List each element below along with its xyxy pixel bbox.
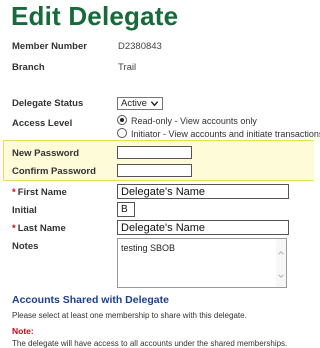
initial-label: Initial <box>12 205 37 216</box>
accounts-shared-instruction: Please select at least one membership to… <box>12 311 247 320</box>
chevron-up-icon[interactable] <box>277 249 285 257</box>
chevron-down-icon <box>150 101 159 107</box>
first-name-label: * First Name <box>12 187 67 198</box>
confirm-password-field[interactable] <box>117 164 192 177</box>
access-level-label: Access Level <box>12 118 73 129</box>
radio-button[interactable] <box>117 128 127 138</box>
branch-label: Branch <box>12 62 45 73</box>
delegate-status-value: Active <box>121 98 147 109</box>
last-name-label-text: Last Name <box>17 223 66 234</box>
accounts-shared-heading: Accounts Shared with Delegate <box>12 294 169 306</box>
page-title: Edit Delegate <box>11 1 179 31</box>
radio-button-selected[interactable] <box>117 115 127 125</box>
first-name-field[interactable] <box>117 184 289 199</box>
last-name-field[interactable] <box>117 220 289 235</box>
new-password-field[interactable] <box>117 146 192 159</box>
required-marker: * <box>12 187 16 198</box>
notes-value: testing SBOB <box>121 243 176 253</box>
note-label: Note: <box>12 326 34 336</box>
member-number-label: Member Number <box>12 41 87 52</box>
notes-scrollbar[interactable] <box>276 239 286 287</box>
last-name-label: * Last Name <box>12 223 66 234</box>
first-name-label-text: First Name <box>17 187 67 198</box>
branch-value: Trail <box>118 62 137 73</box>
chevron-down-icon[interactable] <box>277 272 285 280</box>
access-option-readonly[interactable]: Read-only - View accounts only <box>117 115 257 126</box>
notes-textarea[interactable]: testing SBOB <box>117 238 287 288</box>
confirm-password-label: Confirm Password <box>12 166 96 177</box>
initial-field[interactable] <box>117 202 135 217</box>
access-option-readonly-label: Read-only - View accounts only <box>131 116 257 126</box>
access-option-initiator[interactable]: Initiator - View accounts and initiate t… <box>117 128 320 139</box>
delegate-status-label: Delegate Status <box>12 98 84 109</box>
member-number-value: D2380843 <box>118 41 162 52</box>
new-password-label: New Password <box>12 148 80 159</box>
delegate-status-select[interactable]: Active <box>117 97 163 110</box>
access-option-initiator-label: Initiator - View accounts and initiate t… <box>131 129 320 139</box>
notes-label: Notes <box>12 241 39 252</box>
required-marker: * <box>12 223 16 234</box>
